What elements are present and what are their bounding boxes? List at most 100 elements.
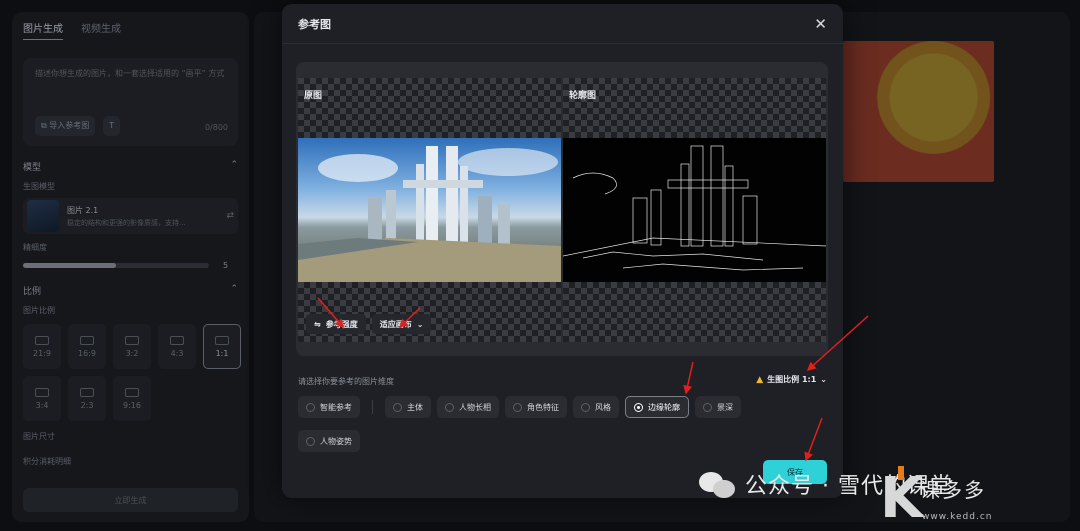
dimension-option[interactable]: 智能参考 [298, 396, 360, 418]
reference-modal: 参考图 ✕ 原图 ⇋ 参考强度 适应画布 ⌄ 轮廓图 请选择你要参考的图片维度 … [282, 4, 843, 498]
dimension-option[interactable]: 主体 [385, 396, 431, 418]
ratio-option-label: 4:3 [170, 348, 184, 358]
radio-icon [703, 402, 712, 412]
prompt-input[interactable]: 描述你想生成的图片，和一套选择适用的 “画平” 方式 ⧉ 导入参考图 T 0/8… [23, 58, 238, 146]
app-root: 图片生成 视频生成 描述你想生成的图片，和一套选择适用的 “画平” 方式 ⧉ 导… [0, 0, 1080, 531]
chevron-up-icon: ⌃ [230, 160, 238, 170]
radio-icon [306, 436, 315, 446]
dimension-option-label: 人物长相 [459, 402, 491, 412]
gen-ratio-dropdown[interactable]: ▲ 生图比例 1:1 ⌄ [756, 374, 827, 385]
dimension-option-label: 智能参考 [320, 402, 352, 412]
city-illustration [298, 146, 561, 282]
ratio-option[interactable]: 4:3 [158, 324, 196, 369]
radio-icon [306, 402, 315, 412]
dimension-option-label: 角色特征 [527, 402, 559, 412]
divider [372, 400, 373, 414]
prompt-placeholder: 描述你想生成的图片，和一套选择适用的 “画平” 方式 [35, 69, 225, 78]
model-description: 稳定的结构和更强的影像质感，支持... [67, 218, 186, 227]
left-panel: 图片生成 视频生成 描述你想生成的图片，和一套选择适用的 “画平” 方式 ⧉ 导… [12, 12, 249, 522]
ratio-option-label: 9:16 [123, 400, 141, 410]
contour-label: 轮廓图 [569, 91, 597, 101]
import-reference-label: 导入参考图 [49, 121, 90, 130]
text-icon[interactable]: T [103, 116, 121, 136]
model-selector[interactable]: 图片 2.1 稳定的结构和更强的影像质感，支持... ⇄ [23, 198, 238, 234]
model-section-title: 模型 [23, 163, 42, 173]
settings-sliders-icon: ⇄ [226, 211, 234, 221]
mode-tabs: 图片生成 视频生成 [23, 20, 238, 48]
prompt-actions: ⧉ 导入参考图 T [35, 116, 121, 136]
reference-strength-button[interactable]: ⇋ 参考强度 [306, 314, 366, 334]
dimension-option-label: 人物姿势 [320, 436, 352, 446]
model-name: 图片 2.1 [67, 205, 99, 215]
dimension-option-label: 边缘轮廓 [648, 402, 680, 412]
ratio-shape-icon [170, 335, 184, 345]
ratio-shape-icon [35, 387, 49, 397]
dimension-option[interactable]: 景深 [695, 396, 741, 418]
ratio-option[interactable]: 3:2 [113, 324, 151, 369]
tab-image[interactable]: 图片生成 [23, 20, 63, 40]
slider-fill [23, 263, 116, 268]
radio-icon [581, 402, 590, 412]
ratio-shape-icon [125, 387, 139, 397]
contour-image [563, 138, 826, 282]
import-reference-button[interactable]: ⧉ 导入参考图 [35, 116, 96, 136]
precision-value: 5 [223, 261, 229, 270]
ratio-shape-icon [80, 335, 94, 345]
original-image [298, 138, 561, 282]
gen-ratio-label: 生图比例 1:1 [767, 375, 817, 384]
ratio-option-label: 2:3 [80, 400, 94, 410]
dimension-option[interactable]: 风格 [573, 396, 619, 418]
ratio-option-label: 3:4 [35, 400, 49, 410]
dimension-option-label: 风格 [595, 402, 611, 412]
ratio-option[interactable]: 1:1 [203, 324, 241, 369]
credits-label[interactable]: 积分消耗明细 [23, 456, 238, 467]
model-section-header[interactable]: 模型 ⌃ [23, 160, 238, 173]
ratio-section-header[interactable]: 比例 ⌃ [23, 284, 238, 297]
dimension-option[interactable]: 角色特征 [505, 396, 567, 418]
ratio-option[interactable]: 9:16 [113, 376, 151, 421]
warning-icon: ▲ [756, 374, 764, 385]
radio-icon [445, 402, 454, 412]
close-icon[interactable]: ✕ [814, 15, 827, 33]
chevron-up-icon: ⌃ [230, 284, 238, 294]
brand-watermark: K 课多多 www.kedd.cn [880, 466, 1080, 531]
dimension-option-label: 主体 [407, 402, 423, 412]
result-image[interactable] [843, 41, 994, 182]
radio-icon [634, 402, 643, 412]
model-thumbnail [27, 200, 59, 232]
ratio-grid: 21:9 16:9 3:2 4:3 1:1 3:4 2:3 9:16 [23, 324, 241, 421]
ratio-option-label: 16:9 [78, 348, 96, 358]
ratio-option[interactable]: 2:3 [68, 376, 106, 421]
size-label: 图片尺寸 [23, 432, 55, 441]
tab-video[interactable]: 视频生成 [81, 20, 121, 40]
generate-button[interactable]: 立即生成 [23, 488, 238, 512]
dimension-option[interactable]: 人物长相 [437, 396, 499, 418]
ratio-option[interactable]: 3:4 [23, 376, 61, 421]
dimension-option[interactable]: 边缘轮廓 [625, 396, 689, 418]
slider-track[interactable] [23, 263, 209, 268]
ratio-shape-icon [125, 335, 139, 345]
ratio-option[interactable]: 16:9 [68, 324, 106, 369]
preview-tools: ⇋ 参考强度 适应画布 ⌄ [306, 314, 432, 334]
preview-stage: 原图 ⇋ 参考强度 适应画布 ⌄ 轮廓图 [296, 62, 828, 356]
ratio-shape-icon [80, 387, 94, 397]
brand-url: www.kedd.cn [922, 512, 993, 522]
original-label: 原图 [304, 91, 323, 101]
wechat-icon [697, 468, 737, 500]
modal-header: 参考图 ✕ [282, 4, 843, 44]
dimension-hint: 请选择你要参考的图片维度 [298, 377, 394, 386]
chevron-down-icon: ⌄ [416, 319, 424, 329]
brand-logo-accent [898, 466, 904, 480]
ratio-section-title: 比例 [23, 287, 42, 297]
dimension-option[interactable]: 人物姿势 [298, 430, 360, 452]
ratio-shape-icon [215, 335, 229, 345]
fit-canvas-button[interactable]: 适应画布 ⌄ [371, 314, 432, 334]
fit-canvas-label: 适应画布 [379, 319, 412, 329]
ratio-option[interactable]: 21:9 [23, 324, 61, 369]
dimension-options: 智能参考 主体 人物长相 角色特征 风格 边缘轮廓 景深人物姿势 [298, 396, 828, 452]
contour-pane: 轮廓图 [563, 78, 826, 342]
char-count: 0/800 [204, 123, 228, 132]
precision-label: 精细度 [23, 243, 47, 252]
precision-slider[interactable]: 5 [23, 261, 238, 270]
ratio-option-label: 1:1 [215, 348, 229, 358]
